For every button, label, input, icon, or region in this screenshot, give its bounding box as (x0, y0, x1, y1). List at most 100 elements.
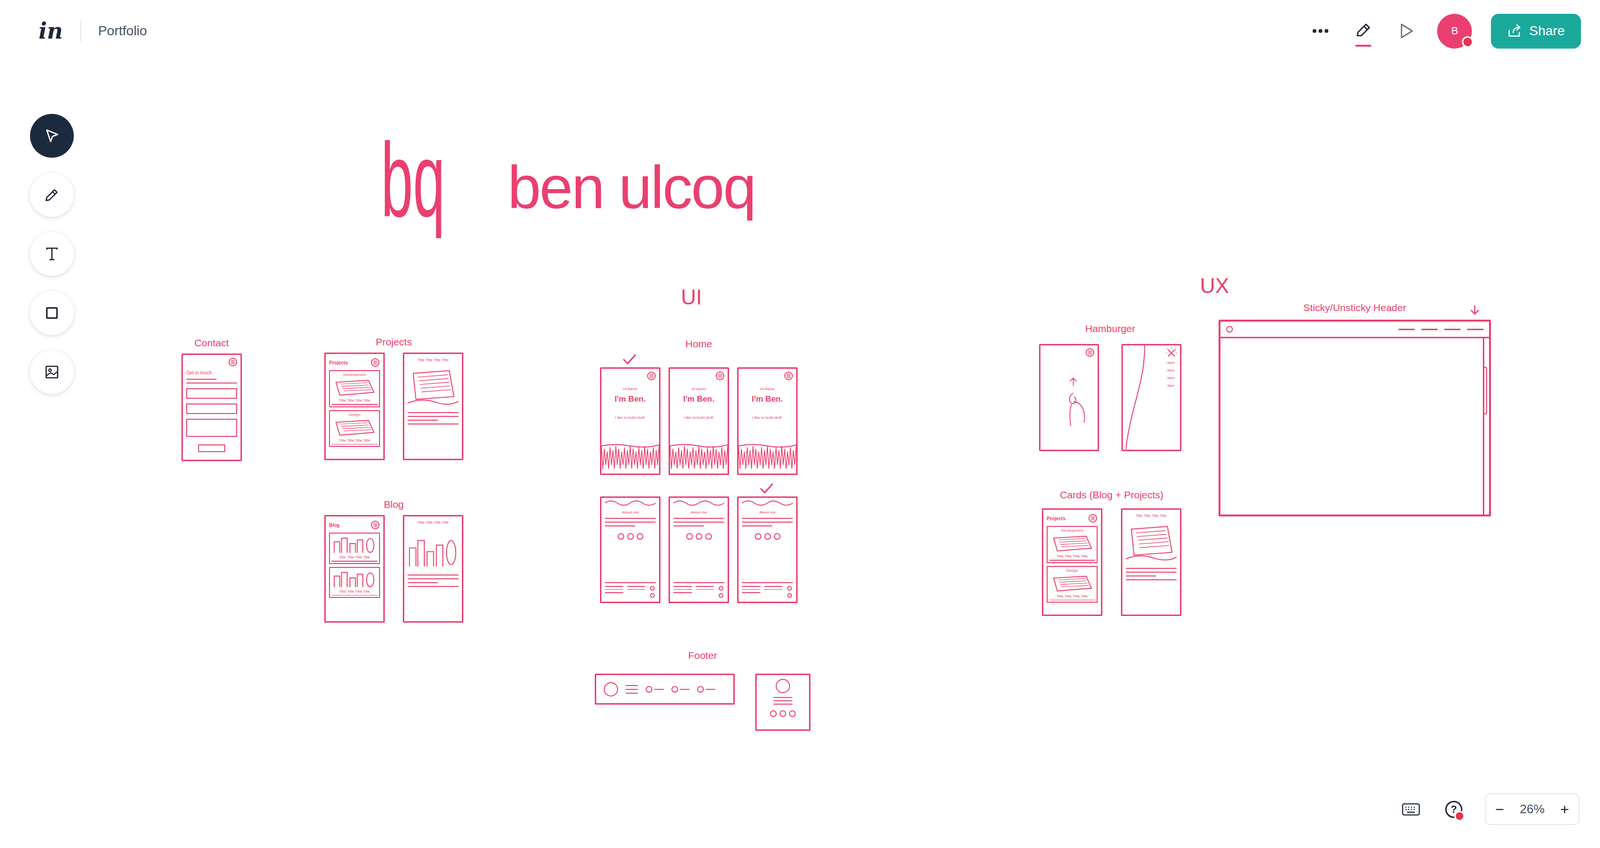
wireframe[interactable]: Hi there!I'm Ben.I like to build stuff. (737, 367, 798, 475)
wireframe[interactable]: Projects DevelopmentTitle Title Title Tit… (324, 352, 385, 460)
menu-item: Item (1167, 375, 1175, 381)
wireframe[interactable]: ItemItemItemItem (1121, 343, 1182, 451)
logo-mark (1226, 325, 1233, 333)
circle-mark (718, 592, 724, 598)
wireframe[interactable]: Title Title Title Title (402, 514, 464, 623)
zoom-in-button[interactable]: + (1558, 799, 1571, 819)
wireframe[interactable] (594, 673, 735, 705)
list-header: Projects (1046, 513, 1098, 523)
card-caption: Title Title Title Title (339, 554, 371, 560)
zoom-out-button[interactable]: − (1493, 799, 1507, 819)
text-line (407, 578, 459, 580)
help-button[interactable]: ? (1441, 797, 1466, 821)
wireframe[interactable]: Title Title Title Title (1120, 508, 1182, 616)
post-title: Title Title Title Title (1125, 513, 1177, 519)
wireframe[interactable]: Title Title Title Title (402, 352, 464, 460)
zoom-level[interactable]: 26% (1519, 801, 1545, 817)
logo-mark (775, 678, 790, 693)
circle-mark (627, 532, 634, 540)
wireframe[interactable]: About me (668, 496, 730, 603)
more-button[interactable] (1308, 19, 1333, 43)
wireframe[interactable]: ProjectsDevelopmentTitle Title Title Tit… (1041, 508, 1103, 616)
hamburger-icon (370, 357, 380, 368)
sketch-group[interactable]: Contact Get in touch (181, 336, 242, 461)
image-tool[interactable] (30, 350, 74, 394)
section-heading[interactable]: UX (1200, 273, 1230, 299)
pen-tool[interactable] (30, 172, 74, 217)
dot-row (604, 532, 656, 540)
group-label[interactable]: Blog (383, 497, 404, 511)
circle-mark (779, 710, 787, 717)
wireframe[interactable]: BlogTitle Title Title TitleTitle Title T… (324, 514, 385, 623)
sketch-group[interactable]: ProjectsProjectsDevelopmentTitle Title T… (324, 335, 464, 460)
text-line (741, 585, 761, 587)
text-line (604, 589, 624, 590)
dot-row (741, 532, 793, 540)
text-line (186, 378, 217, 380)
document-sketch-icon (1125, 523, 1177, 562)
invision-logo[interactable]: in (38, 20, 63, 42)
present-button[interactable] (1394, 19, 1419, 43)
card-tag: Development (343, 372, 366, 378)
group-label[interactable]: Contact (194, 336, 229, 350)
group-label[interactable]: Hamburger (1085, 321, 1136, 336)
share-icon (1507, 23, 1523, 39)
text-line (741, 525, 773, 527)
select-tool[interactable] (30, 113, 74, 158)
hamburger-icon (1088, 513, 1098, 523)
text-line (604, 591, 624, 593)
share-button[interactable]: Share (1490, 13, 1581, 49)
wireframe[interactable] (1218, 319, 1491, 517)
social-link-sketch (645, 685, 664, 693)
footer-sketch (604, 581, 656, 598)
group-label[interactable]: Sticky/Unsticky Header (1303, 300, 1407, 315)
sketch-group[interactable]: Cards (Blog + Projects) ProjectsDevelopme… (1041, 488, 1182, 616)
circle-mark (770, 710, 777, 717)
wireframe[interactable]: Get in touch (181, 353, 242, 461)
cursor-icon (42, 126, 62, 146)
tagline: I like to build stuff. (615, 415, 646, 420)
hero-name: I'm Ben. (614, 394, 646, 404)
list-heading: Projects (329, 360, 348, 366)
board-title[interactable]: ben ulcoq (507, 151, 755, 224)
footer-column (604, 585, 624, 598)
canvas[interactable]: bq ben ulcoq UI UX Contact Get in touch Projec… (0, 0, 1600, 848)
wireframe[interactable] (1039, 343, 1100, 451)
circle-mark (787, 592, 792, 598)
sketch-logo[interactable]: bq (380, 127, 446, 233)
group-label[interactable]: Projects (375, 335, 412, 349)
menu-item: Item (1167, 368, 1175, 373)
text-tool[interactable] (30, 231, 74, 276)
card-sketch: Title Title Title Title (329, 566, 380, 599)
top-actions: B Share (1308, 13, 1581, 49)
wireframe[interactable]: Hi there!I'm Ben.I like to build stuff. (668, 367, 730, 475)
wireframe[interactable]: About me (600, 496, 661, 603)
wireframe[interactable] (755, 673, 811, 731)
wireframe[interactable]: About me (737, 496, 798, 603)
keyboard-shortcuts-button[interactable] (1399, 797, 1423, 821)
circle-mark (773, 532, 781, 540)
sketch-group[interactable]: Footer (594, 648, 811, 731)
text-line (1125, 571, 1177, 573)
wireframe[interactable]: Hi there!I'm Ben.I like to build stuff. (600, 367, 661, 475)
circle-mark (754, 532, 762, 540)
circle-mark (686, 532, 693, 540)
sketch-group[interactable]: HamburgerItemItemItemItem (1039, 321, 1182, 451)
draw-mode-button[interactable] (1351, 19, 1376, 43)
sketch-group[interactable]: Home Hi there!I'm Ben.I like to build stu… (600, 337, 798, 603)
sketch-group[interactable]: Blog BlogTitle Title Title TitleTitle Tit… (324, 497, 464, 623)
sketch-group[interactable]: Sticky/Unsticky Header (1218, 300, 1491, 517)
group-label[interactable]: Footer (688, 648, 718, 662)
user-avatar[interactable]: B (1437, 13, 1472, 49)
text-line (625, 692, 639, 694)
circle-mark (671, 685, 679, 693)
group-label[interactable]: Cards (Blog + Projects) (1060, 488, 1164, 502)
section-heading[interactable]: UI (680, 284, 702, 310)
card-sketch: DevelopmentTitle Title Title Title (329, 370, 380, 408)
social-link-sketch (671, 685, 690, 693)
circle-mark (789, 710, 796, 717)
group-label[interactable]: Home (685, 337, 712, 351)
shape-tool[interactable] (30, 290, 74, 335)
board-name[interactable]: Portfolio (98, 23, 148, 39)
footer-column (717, 585, 725, 598)
